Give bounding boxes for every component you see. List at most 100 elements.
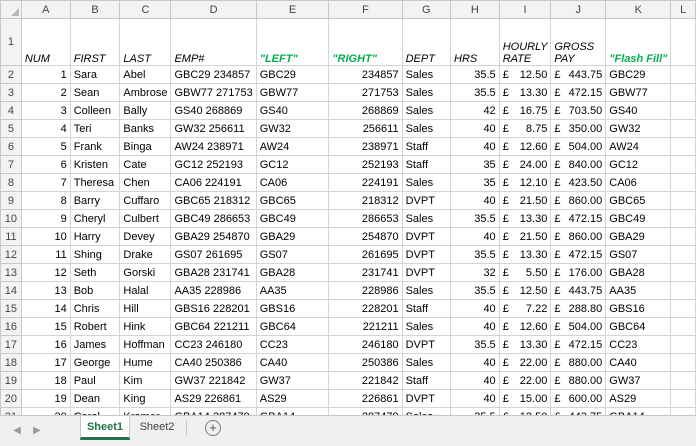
row-header[interactable]: 3	[0, 83, 22, 102]
cell-l[interactable]	[670, 119, 696, 138]
cell-gross[interactable]: £472.15	[550, 335, 607, 354]
row-header[interactable]: 19	[0, 371, 22, 390]
row-header[interactable]: 7	[0, 155, 22, 174]
cell-first[interactable]: Kristen	[69, 155, 121, 174]
cell-dept[interactable]: Sales	[401, 407, 452, 415]
cell-dept[interactable]: Staff	[401, 155, 452, 174]
cell-l[interactable]	[670, 245, 696, 264]
cell-right[interactable]: 254870	[328, 227, 403, 246]
column-header-h[interactable]: H	[450, 0, 500, 19]
tab-scroll-left-icon[interactable]: ◀	[10, 425, 24, 436]
cell-flash[interactable]: GBW77	[605, 83, 672, 102]
cell-l[interactable]	[670, 335, 696, 354]
cell-first[interactable]: Teri	[69, 119, 121, 138]
cell-last[interactable]: Kramer	[119, 407, 172, 415]
cell-l[interactable]	[670, 281, 696, 300]
cell-num[interactable]: 8	[20, 191, 71, 210]
cell-dept[interactable]: Sales	[401, 65, 452, 84]
cell-last[interactable]: King	[119, 389, 172, 408]
cell-dept[interactable]: Sales	[401, 173, 452, 192]
header-cell-left[interactable]: "LEFT"	[255, 18, 330, 66]
cell-emp[interactable]: GW37 221842	[170, 371, 257, 390]
cell-rate[interactable]: £8.75	[498, 119, 552, 138]
cell-hrs[interactable]: 42	[450, 101, 500, 120]
cell-dept[interactable]: Sales	[401, 119, 452, 138]
cell-emp[interactable]: AW24 238971	[170, 137, 257, 156]
cell-gross[interactable]: £350.00	[550, 119, 607, 138]
cell-last[interactable]: Kim	[119, 371, 172, 390]
cell-left[interactable]: GBS16	[255, 299, 330, 318]
cell-first[interactable]: Chris	[69, 299, 121, 318]
cell-right[interactable]: 286653	[328, 209, 403, 228]
cell-emp[interactable]: CC23 246180	[170, 335, 257, 354]
cell-flash[interactable]: GBA14	[605, 407, 672, 415]
cell-rate[interactable]: £13.30	[498, 209, 552, 228]
cell-num[interactable]: 14	[20, 299, 71, 318]
cell-last[interactable]: Binga	[119, 137, 172, 156]
cell-right[interactable]: 231741	[328, 263, 403, 282]
cell-first[interactable]: Theresa	[69, 173, 121, 192]
cell-emp[interactable]: GC12 252193	[170, 155, 257, 174]
cell-left[interactable]: GBA14	[255, 407, 330, 415]
cell-num[interactable]: 6	[20, 155, 71, 174]
cell-left[interactable]: AW24	[255, 137, 330, 156]
cell-last[interactable]: Hink	[119, 317, 172, 336]
cell-hrs[interactable]: 40	[450, 317, 500, 336]
cell-left[interactable]: GW37	[255, 371, 330, 390]
cell-l[interactable]	[670, 155, 696, 174]
cell-gross[interactable]: £703.50	[550, 101, 607, 120]
cell-num[interactable]: 12	[20, 263, 71, 282]
cell-hrs[interactable]: 40	[450, 119, 500, 138]
cell-flash[interactable]: GS40	[605, 101, 672, 120]
cell-left[interactable]: GW32	[255, 119, 330, 138]
cell-l[interactable]	[670, 299, 696, 318]
cell-flash[interactable]: CA06	[605, 173, 672, 192]
cell-right[interactable]: 271753	[328, 83, 403, 102]
cell-hrs[interactable]: 40	[450, 137, 500, 156]
cell-gross[interactable]: £288.80	[550, 299, 607, 318]
cell-flash[interactable]: CC23	[605, 335, 672, 354]
cell-rate[interactable]: £13.30	[498, 245, 552, 264]
cell-gross[interactable]: £176.00	[550, 263, 607, 282]
cell-last[interactable]: Cate	[119, 155, 172, 174]
cell-hrs[interactable]: 40	[450, 227, 500, 246]
cell-flash[interactable]: CA40	[605, 353, 672, 372]
cell-l[interactable]	[670, 407, 696, 415]
cell-last[interactable]: Banks	[119, 119, 172, 138]
cell-flash[interactable]: GBC49	[605, 209, 672, 228]
cell-gross[interactable]: £600.00	[550, 389, 607, 408]
cell-num[interactable]: 16	[20, 335, 71, 354]
cell-num[interactable]: 17	[20, 353, 71, 372]
cell-rate[interactable]: £13.30	[498, 335, 552, 354]
cell-dept[interactable]: DVPT	[401, 389, 452, 408]
cell-right[interactable]: 268869	[328, 101, 403, 120]
cell-first[interactable]: Colleen	[69, 101, 121, 120]
cell-first[interactable]: Dean	[69, 389, 121, 408]
cell-dept[interactable]: Staff	[401, 137, 452, 156]
cell-gross[interactable]: £443.75	[550, 281, 607, 300]
cell-rate[interactable]: £12.10	[498, 173, 552, 192]
worksheet-grid[interactable]: ABCDEFGHIJKL 1 NUM FIRST LAST EMP# "LEFT" "RIG…	[0, 0, 696, 415]
cell-gross[interactable]: £443.75	[550, 65, 607, 84]
cell-num[interactable]: 5	[20, 137, 71, 156]
cell-last[interactable]: Halal	[119, 281, 172, 300]
cell-right[interactable]: 226861	[328, 389, 403, 408]
cell-emp[interactable]: GW32 256611	[170, 119, 257, 138]
cell-rate[interactable]: £13.30	[498, 83, 552, 102]
cell-dept[interactable]: Sales	[401, 209, 452, 228]
cell-flash[interactable]: GBA28	[605, 263, 672, 282]
cell-last[interactable]: Abel	[119, 65, 172, 84]
cell-hrs[interactable]: 35.5	[450, 407, 500, 415]
cell-hrs[interactable]: 40	[450, 353, 500, 372]
cell-emp[interactable]: GBC49 286653	[170, 209, 257, 228]
header-cell-right[interactable]: "RIGHT"	[328, 18, 403, 66]
cell-emp[interactable]: AA35 228986	[170, 281, 257, 300]
cell-gross[interactable]: £860.00	[550, 227, 607, 246]
cell-right[interactable]: 221211	[328, 317, 403, 336]
cell-flash[interactable]: GBA29	[605, 227, 672, 246]
cell-num[interactable]: 3	[20, 101, 71, 120]
column-header-g[interactable]: G	[401, 0, 452, 19]
cell-emp[interactable]: AS29 226861	[170, 389, 257, 408]
cell-dept[interactable]: Sales	[401, 353, 452, 372]
cell-dept[interactable]: Sales	[401, 83, 452, 102]
